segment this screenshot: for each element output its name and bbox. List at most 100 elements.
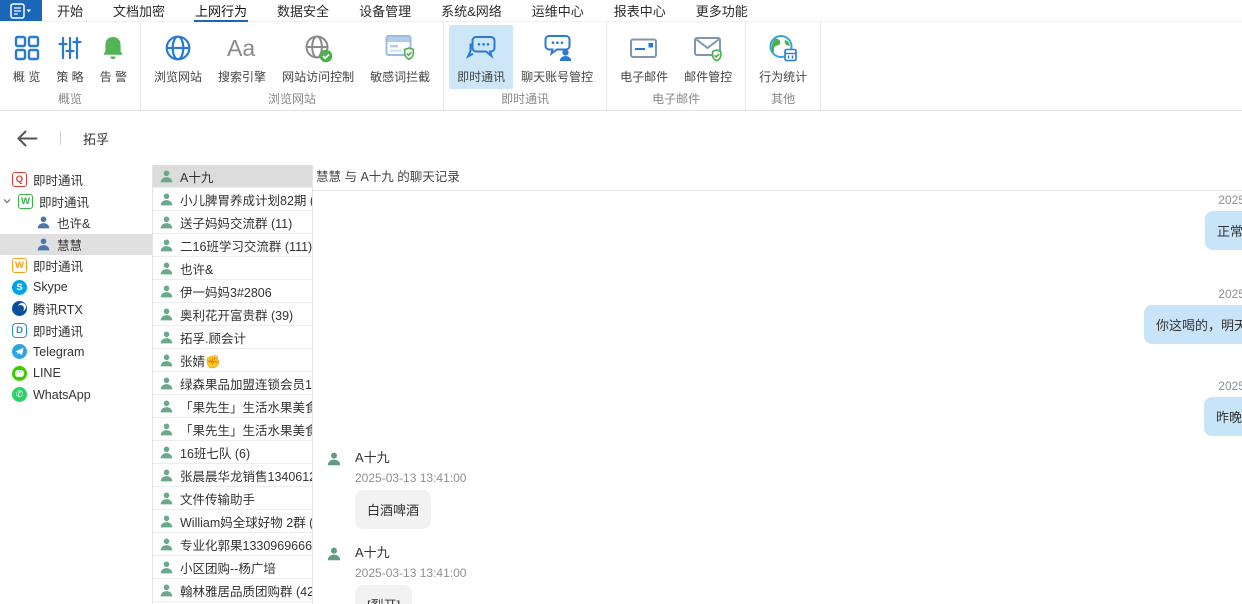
contact-person-icon <box>159 399 174 414</box>
contact-row[interactable]: 文件传输助手 <box>153 487 312 510</box>
contact-name: A十九 <box>180 167 213 186</box>
chat-panel: 慧慧 与 A十九 的聊天记录 2025 正常 2025 你这喝的，明天 2025… <box>313 165 1242 604</box>
message-timestamp: 2025-03-13 13:41:00 <box>355 566 466 580</box>
contact-row[interactable]: 小区团购--杨广培 <box>153 556 312 579</box>
sender-name: A十九 <box>355 450 466 466</box>
contact-row[interactable]: William妈全球好物 2群 (5... <box>153 510 312 533</box>
ribbon-group-overview: 概 览 策 略 告 警 概览 <box>0 22 141 110</box>
ribbon-group-email: 电子邮件 邮件管控 电子邮件 <box>607 22 746 110</box>
contact-row[interactable]: A十九 <box>153 165 312 188</box>
contact-row[interactable]: 翰林雅居品质团购群 (420) <box>153 579 312 602</box>
skype-icon: S <box>12 280 27 295</box>
sidebar-item-huihui[interactable]: 慧慧 <box>0 234 152 256</box>
sidebar-item-label: 慧慧 <box>57 235 82 254</box>
menu-tab[interactable]: 系统&网络 <box>426 0 517 21</box>
contact-row[interactable]: 也许& <box>153 257 312 280</box>
contact-person-icon <box>159 376 174 391</box>
im-button[interactable]: 即时通讯 <box>449 25 513 89</box>
alert-button[interactable]: 告 警 <box>92 25 135 89</box>
menu-tab[interactable]: 更多功能 <box>681 0 763 21</box>
contact-name: 绿森果品加盟连锁会员13... <box>180 374 312 393</box>
contact-row[interactable]: 16班七队 (6) <box>153 441 312 464</box>
policy-button[interactable]: 策 略 <box>48 25 91 89</box>
contact-row[interactable]: 张婧✊ <box>153 349 312 372</box>
behavior-stats-button[interactable]: 行为统计 <box>751 25 815 89</box>
im-label: 即时通讯 <box>457 68 505 85</box>
menu-tab-label: 开始 <box>56 0 84 22</box>
chat-account-control-button[interactable]: 聊天账号管控 <box>513 25 601 89</box>
sidebar-item-tencent-rtx[interactable]: 腾讯RTX <box>0 298 152 320</box>
sidebar-item-dingtalk-im[interactable]: D 即时通讯 <box>0 320 152 342</box>
email-control-button[interactable]: 邮件管控 <box>676 25 740 89</box>
contact-person-icon <box>159 215 174 230</box>
overview-button[interactable]: 概 览 <box>5 25 48 89</box>
contact-person-icon <box>159 560 174 575</box>
person-icon <box>36 215 51 230</box>
message-timestamp: 2025 <box>313 193 1242 207</box>
contact-name: 翰林雅居品质团购群 (420) <box>180 581 312 600</box>
contact-row[interactable]: 张晨晨华龙销售13406127... <box>153 464 312 487</box>
sidebar-item-wecom-im[interactable]: W 即时通讯 <box>0 255 152 277</box>
sidebar-item-yexu[interactable]: 也许& <box>0 212 152 234</box>
sidebar-item-qq-im[interactable]: Q 即时通讯 <box>0 169 152 191</box>
contact-person-icon <box>159 284 174 299</box>
im-app-tree: Q 即时通讯 W 即时通讯 也许& 慧慧 W 即时通讯 S Skype <box>0 165 152 604</box>
grid-icon <box>14 30 40 66</box>
contact-name: William妈全球好物 2群 (5... <box>180 512 312 531</box>
menu-tab[interactable]: 数据安全 <box>262 0 344 21</box>
wecom-icon: W <box>12 258 27 273</box>
menu-tab[interactable]: 上网行为 <box>180 0 262 21</box>
email-button[interactable]: 电子邮件 <box>612 25 676 89</box>
contact-name: 16班七队 (6) <box>180 443 250 462</box>
back-button[interactable] <box>16 130 38 147</box>
contact-row[interactable]: 「果先生」生活水果美食3... <box>153 418 312 441</box>
contact-person-icon <box>159 169 174 184</box>
contact-name: 张婧✊ <box>180 351 221 370</box>
message-timestamp: 2025 <box>313 287 1242 301</box>
browse-site-button[interactable]: 浏览网站 <box>146 25 210 89</box>
contact-row[interactable]: 「果先生」生活水果美食3... <box>153 395 312 418</box>
contact-person-icon <box>159 261 174 276</box>
sidebar-item-label: Skype <box>33 280 68 294</box>
contact-row[interactable]: 伊一妈妈3#2806 <box>153 280 312 303</box>
sidebar-item-telegram[interactable]: Telegram <box>0 341 152 363</box>
site-access-control-button[interactable]: 网站访问控制 <box>274 25 362 89</box>
sidebar-item-label: 即时通讯 <box>33 256 83 275</box>
sidebar-item-line[interactable]: ··· LINE <box>0 363 152 385</box>
chat-messages[interactable]: 2025 正常 2025 你这喝的，明天 2025 昨晚 A十九 2025-03… <box>313 191 1242 604</box>
contact-person-icon <box>159 330 174 345</box>
contact-name: 二16班学习交流群 (111) <box>180 236 312 255</box>
sidebar-item-skype[interactable]: S Skype <box>0 277 152 299</box>
wechat-icon: W <box>18 194 33 209</box>
path-bar: 拓孚 <box>0 111 1242 165</box>
contact-row[interactable]: 送子妈妈交流群 (11) <box>153 211 312 234</box>
contact-row[interactable]: 二16班学习交流群 (111) <box>153 234 312 257</box>
sidebar-item-wechat-im[interactable]: W 即时通讯 <box>0 191 152 213</box>
contact-row[interactable]: 绿森果品加盟连锁会员13... <box>153 372 312 395</box>
sender-avatar-icon <box>326 546 342 562</box>
menu-tab-label: 数据安全 <box>276 0 330 22</box>
sidebar-item-label: WhatsApp <box>33 388 91 402</box>
menu-tab[interactable]: 报表中心 <box>599 0 681 21</box>
svg-text:Aa: Aa <box>227 35 255 61</box>
chevron-down-icon[interactable] <box>2 198 12 204</box>
menu-tab[interactable]: 文档加密 <box>98 0 180 21</box>
contact-row[interactable]: 专业化郭果13309696668 <box>153 533 312 556</box>
envelope-shield-icon <box>693 30 724 66</box>
menu-tab[interactable]: 运维中心 <box>517 0 599 21</box>
message-bubble: 白酒啤酒 <box>355 490 431 529</box>
app-menu-button[interactable] <box>0 0 42 21</box>
dingtalk-icon: D <box>12 323 27 338</box>
menu-tab[interactable]: 开始 <box>42 0 98 21</box>
contact-row[interactable]: 小儿脾胃养成计划82期 (120) <box>153 188 312 211</box>
ribbon-group-caption: 电子邮件 <box>607 89 745 112</box>
sidebar-item-whatsapp[interactable]: ✆ WhatsApp <box>0 384 152 406</box>
ribbon-group-other: 行为统计 其他 <box>746 22 821 110</box>
sensitive-word-block-button[interactable]: 敏感词拦截 <box>362 25 438 89</box>
contact-row[interactable]: 拓孚.顾会计 <box>153 326 312 349</box>
contact-name: 伊一妈妈3#2806 <box>180 282 272 301</box>
search-engine-button[interactable]: Aa 搜索引擎 <box>210 25 274 89</box>
contact-person-icon <box>159 491 174 506</box>
contact-row[interactable]: 奥利花开富贵群 (39) <box>153 303 312 326</box>
menu-tab[interactable]: 设备管理 <box>344 0 426 21</box>
